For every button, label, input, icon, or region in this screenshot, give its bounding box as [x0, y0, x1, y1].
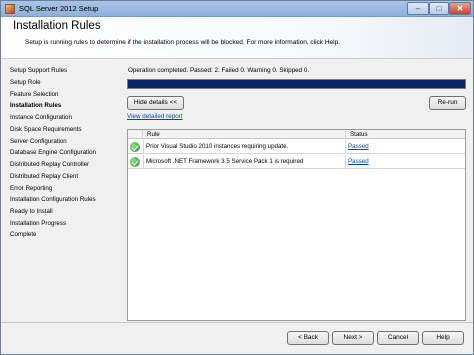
sidebar-item-feature-selection[interactable]: Feature Selection	[10, 91, 59, 98]
table-header-status[interactable]: Status	[346, 130, 465, 139]
minimize-button[interactable]: –	[407, 2, 429, 15]
table-row[interactable]: Microsoft .NET Framework 3.5 Service Pac…	[128, 155, 465, 169]
sidebar-item-installation-rules[interactable]: Installation Rules	[10, 102, 61, 109]
sidebar-item-server-configuration[interactable]: Server Configuration	[10, 138, 67, 145]
maximize-button[interactable]: □	[429, 2, 449, 15]
hide-details-button[interactable]: Hide details <<	[127, 96, 184, 110]
passed-check-icon	[130, 142, 140, 152]
rule-name: Prior Visual Studio 2010 instances requi…	[143, 140, 346, 154]
sidebar-item-installation-configuration-rules[interactable]: Installation Configuration Rules	[10, 196, 96, 203]
progress-bar-fill	[128, 80, 465, 88]
page-description: Setup is running rules to determine if t…	[25, 39, 341, 46]
setup-window: SQL Server 2012 Setup – □ ✕ Installation…	[0, 0, 474, 355]
sidebar-item-complete[interactable]: Complete	[10, 231, 36, 238]
status-passed-link[interactable]: Passed	[346, 140, 369, 154]
next-button[interactable]: Next >	[332, 331, 374, 345]
table-header-icon	[128, 130, 143, 139]
rule-name: Microsoft .NET Framework 3.5 Service Pac…	[143, 155, 346, 169]
table-row[interactable]: Prior Visual Studio 2010 instances requi…	[128, 140, 465, 154]
sidebar-item-setup-role[interactable]: Setup Role	[10, 79, 41, 86]
sidebar-item-error-reporting[interactable]: Error Reporting	[10, 185, 52, 192]
footer-divider	[1, 322, 473, 323]
close-button[interactable]: ✕	[449, 2, 471, 15]
sidebar-item-instance-configuration[interactable]: Instance Configuration	[10, 114, 72, 121]
back-button[interactable]: < Back	[287, 331, 329, 345]
page-header: Installation Rules Setup is running rule…	[1, 17, 473, 59]
sidebar-item-installation-progress[interactable]: Installation Progress	[10, 220, 66, 227]
main-content: Operation completed. Passed: 2. Failed 0…	[121, 59, 473, 321]
view-detailed-report-link[interactable]: View detailed report	[127, 113, 183, 120]
sidebar-nav: Setup Support Rules Setup Role Feature S…	[1, 59, 121, 319]
sidebar-item-setup-support-rules[interactable]: Setup Support Rules	[10, 67, 67, 74]
rules-table: Rule Status Prior Visual Studio 2010 ins…	[127, 129, 466, 321]
status-passed-link[interactable]: Passed	[346, 155, 369, 169]
help-button[interactable]: Help	[422, 331, 464, 345]
sidebar-item-ready-to-install[interactable]: Ready to Install	[10, 208, 53, 215]
progress-bar	[127, 79, 466, 89]
page-title: Installation Rules	[13, 20, 101, 32]
operation-status-text: Operation completed. Passed: 2. Failed 0…	[128, 67, 310, 74]
sidebar-item-disk-space-requirements[interactable]: Disk Space Requirements	[10, 126, 82, 133]
sql-server-app-icon	[5, 4, 15, 14]
title-bar[interactable]: SQL Server 2012 Setup – □ ✕	[1, 1, 473, 17]
rerun-button[interactable]: Re-run	[429, 96, 466, 110]
cancel-button[interactable]: Cancel	[377, 331, 419, 345]
table-header-rule[interactable]: Rule	[143, 130, 346, 139]
sidebar-item-distributed-replay-client[interactable]: Distributed Replay Client	[10, 173, 78, 180]
sidebar-item-distributed-replay-controller[interactable]: Distributed Replay Controller	[10, 161, 89, 168]
passed-check-icon	[130, 157, 140, 167]
window-title: SQL Server 2012 Setup	[19, 4, 99, 13]
sidebar-item-database-engine-configuration[interactable]: Database Engine Configuration	[10, 149, 96, 156]
